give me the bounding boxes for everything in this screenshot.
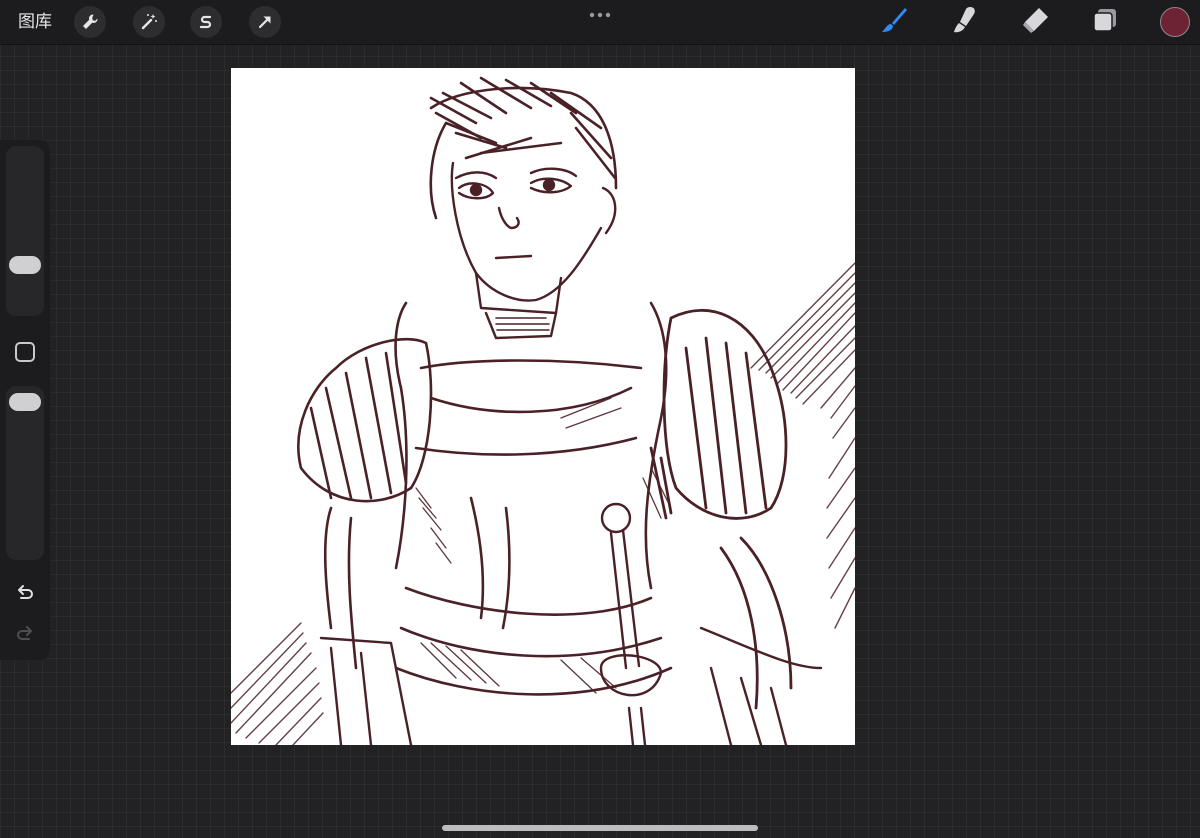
color-picker-button[interactable]	[1160, 7, 1190, 37]
wrench-icon	[80, 12, 100, 32]
brush-size-thumb[interactable]	[9, 256, 41, 274]
opacity-thumb[interactable]	[9, 393, 41, 411]
top-toolbar: 图库	[0, 0, 1200, 45]
drawing-canvas[interactable]	[231, 68, 855, 745]
opacity-slider[interactable]	[6, 386, 44, 560]
magic-wand-icon	[139, 12, 159, 32]
eraser-button[interactable]	[1019, 6, 1051, 38]
smudge-button[interactable]	[948, 6, 980, 38]
adjustments-button[interactable]	[133, 6, 165, 38]
brush-size-slider[interactable]	[6, 146, 44, 316]
brush-icon	[878, 4, 910, 40]
square-modify-icon[interactable]	[15, 342, 35, 362]
eraser-icon	[1019, 4, 1051, 40]
redo-icon[interactable]	[13, 622, 37, 646]
armored-knight-sketch	[231, 76, 855, 745]
arrow-cursor-icon	[255, 12, 275, 32]
smudge-finger-icon	[948, 4, 980, 40]
left-sidebar	[0, 140, 50, 660]
selection-button[interactable]	[190, 6, 222, 38]
brush-button[interactable]	[878, 6, 910, 38]
home-indicator[interactable]	[442, 825, 758, 831]
gallery-button[interactable]: 图库	[18, 11, 52, 33]
more-dots-icon[interactable]	[588, 6, 612, 18]
actions-button[interactable]	[74, 6, 106, 38]
layers-button[interactable]	[1089, 6, 1121, 38]
selection-s-icon	[196, 12, 216, 32]
undo-icon[interactable]	[13, 581, 37, 605]
layers-icon	[1089, 4, 1121, 40]
transform-button[interactable]	[249, 6, 281, 38]
